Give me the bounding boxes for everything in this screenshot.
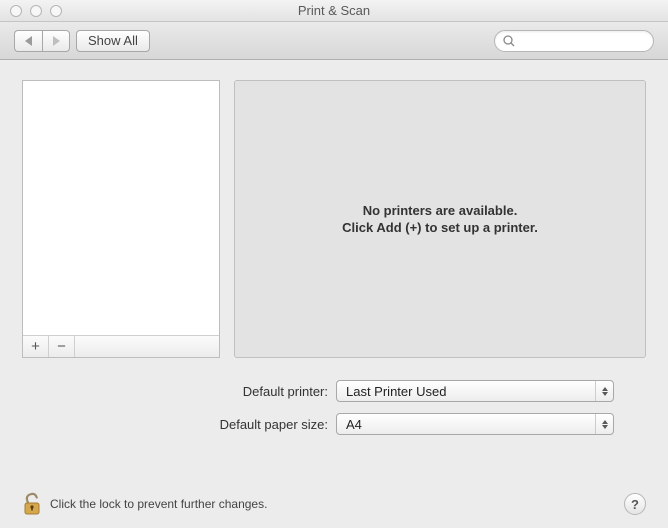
- nav-group: [14, 30, 70, 52]
- printer-list-footer: + −: [23, 335, 219, 357]
- search-field[interactable]: [494, 30, 654, 52]
- window-controls: [0, 5, 62, 17]
- footer-spacer: [75, 336, 219, 357]
- default-paper-size-label: Default paper size:: [22, 417, 336, 432]
- triangle-left-icon: [25, 36, 33, 46]
- titlebar: Print & Scan: [0, 0, 668, 22]
- lock-text: Click the lock to prevent further change…: [50, 497, 267, 511]
- lock-control[interactable]: Click the lock to prevent further change…: [22, 492, 267, 516]
- zoom-window-icon[interactable]: [50, 5, 62, 17]
- default-paper-size-dropdown[interactable]: A4: [336, 413, 614, 435]
- default-printer-dropdown[interactable]: Last Printer Used: [336, 380, 614, 402]
- info-line-2: Click Add (+) to set up a printer.: [342, 220, 538, 235]
- window-title: Print & Scan: [0, 3, 668, 18]
- settings-area: Default printer: Last Printer Used Defau…: [22, 380, 646, 435]
- minimize-window-icon[interactable]: [30, 5, 42, 17]
- back-button[interactable]: [14, 30, 42, 52]
- default-paper-size-value: A4: [346, 417, 362, 432]
- show-all-button[interactable]: Show All: [76, 30, 150, 52]
- content-area: + − No printers are available. Click Add…: [0, 60, 668, 435]
- info-line-1: No printers are available.: [363, 203, 518, 218]
- add-printer-button[interactable]: +: [23, 336, 49, 357]
- dropdown-arrows-icon: [595, 381, 613, 401]
- unlocked-lock-icon: [22, 492, 42, 516]
- dropdown-arrows-icon: [595, 414, 613, 434]
- remove-printer-button[interactable]: −: [49, 336, 75, 357]
- printer-list: + −: [22, 80, 220, 358]
- printer-list-body[interactable]: [23, 81, 219, 335]
- default-printer-label: Default printer:: [22, 384, 336, 399]
- search-icon: [503, 35, 515, 47]
- toolbar: Show All: [0, 22, 668, 60]
- default-printer-value: Last Printer Used: [346, 384, 446, 399]
- triangle-right-icon: [52, 36, 60, 46]
- help-button[interactable]: ?: [624, 493, 646, 515]
- search-input[interactable]: [520, 33, 645, 49]
- close-window-icon[interactable]: [10, 5, 22, 17]
- info-panel: No printers are available. Click Add (+)…: [234, 80, 646, 358]
- bottom-bar: Click the lock to prevent further change…: [0, 480, 668, 528]
- forward-button[interactable]: [42, 30, 70, 52]
